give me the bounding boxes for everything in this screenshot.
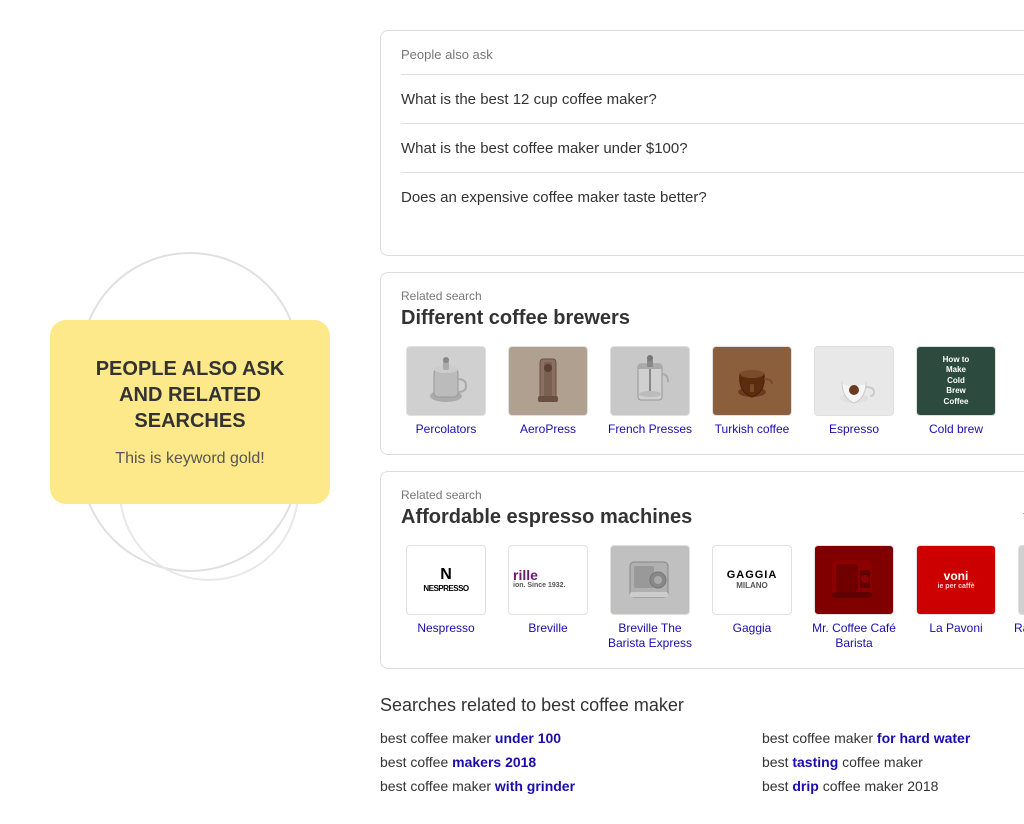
yellow-card: PEOPLE ALSO ASK AND RELATED SEARCHES Thi…	[50, 320, 330, 504]
related-brewers-title: Different coffee brewers	[401, 307, 630, 330]
search-link-5[interactable]: best coffee maker with grinder	[380, 778, 742, 794]
brewer-label-espresso: Espresso	[829, 422, 879, 438]
right-panel: People also ask What is the best 12 cup …	[380, 20, 1024, 804]
paa-box: People also ask What is the best 12 cup …	[380, 30, 1024, 256]
related-espresso-label: Related search	[401, 488, 1024, 502]
search-link-3[interactable]: best coffee makers 2018	[380, 754, 742, 770]
brewer-img-french	[610, 346, 690, 416]
related-brewers-box: Related search Different coffee brewers	[380, 272, 1024, 455]
search-link-2[interactable]: best coffee maker for hard water	[762, 730, 1024, 746]
brewer-label-french: French Presses	[608, 422, 692, 438]
espresso-label-breville-barista: Breville The Barista Express	[605, 621, 695, 652]
card-title: PEOPLE ALSO ASK AND RELATED SEARCHES	[82, 356, 298, 434]
brewer-img-espresso	[814, 346, 894, 416]
search-link-4[interactable]: best tasting coffee maker	[762, 754, 1024, 770]
espresso-img-mrcoffee	[814, 545, 894, 615]
left-panel: PEOPLE ALSO ASK AND RELATED SEARCHES Thi…	[0, 20, 380, 804]
brewer-label-percolators: Percolators	[416, 422, 477, 438]
related-brewers-label: Related search	[401, 289, 1024, 303]
brewer-img-coldbrew: How toMakeColdBrewCoffee	[916, 346, 996, 416]
paa-item-3[interactable]: Does an expensive coffee maker taste bet…	[401, 172, 1024, 221]
paa-question-1: What is the best 12 cup coffee maker?	[401, 91, 657, 108]
searches-grid: best coffee maker under 100 best coffee …	[380, 730, 1024, 794]
search-link-1[interactable]: best coffee maker under 100	[380, 730, 742, 746]
espresso-label-gaggia: Gaggia	[733, 621, 772, 637]
searches-title: Searches related to best coffee maker	[380, 695, 1024, 716]
espresso-item-lapavoni[interactable]: voni ie per caffè La Pavoni	[911, 545, 1001, 652]
espresso-img-nespresso: N NESPRESSO	[406, 545, 486, 615]
brewer-label-aeropress: AeroPress	[520, 422, 576, 438]
brewer-label-coldbrew: Cold brew	[929, 422, 983, 438]
espresso-label-mrcoffee: Mr. Coffee Café Barista	[809, 621, 899, 652]
paa-item-2[interactable]: What is the best coffee maker under $100…	[401, 123, 1024, 172]
searches-related: Searches related to best coffee maker be…	[380, 685, 1024, 794]
paa-question-2: What is the best coffee maker under $100…	[401, 140, 688, 157]
espresso-label-nespresso: Nespresso	[417, 621, 474, 637]
related-brewers-title-row: Different coffee brewers	[401, 307, 1024, 330]
brewer-item-espresso[interactable]: Espresso	[809, 346, 899, 438]
related-espresso-title-row: Affordable espresso machines View 1+ mor…	[401, 506, 1024, 529]
espresso-item-breville-barista[interactable]: Breville The Barista Express	[605, 545, 695, 652]
espresso-label-rancilio: Rancilio Silvia M	[1014, 621, 1024, 637]
espresso-label-breville: Breville	[528, 621, 567, 637]
brewer-img-turkish	[712, 346, 792, 416]
brewer-item-percolators[interactable]: Percolators	[401, 346, 491, 438]
brewer-item-aeropress[interactable]: AeroPress	[503, 346, 593, 438]
related-espresso-title: Affordable espresso machines	[401, 506, 692, 529]
paa-header: People also ask	[401, 47, 1024, 62]
espresso-img-breville-barista	[610, 545, 690, 615]
brewers-items-row: Percolators AeroPress	[401, 346, 1024, 438]
espresso-item-rancilio[interactable]: Rancilio Silvia M	[1013, 545, 1024, 652]
espresso-items-row: N NESPRESSO Nespresso rille ion. Since 1…	[401, 545, 1024, 652]
card-subtitle: This is keyword gold!	[82, 450, 298, 468]
brewer-item-french[interactable]: French Presses	[605, 346, 695, 438]
brewer-item-turkish[interactable]: Turkish coffee	[707, 346, 797, 438]
related-espresso-box: Related search Affordable espresso machi…	[380, 471, 1024, 669]
paa-item-1[interactable]: What is the best 12 cup coffee maker? ⌄	[401, 74, 1024, 123]
espresso-img-breville: rille ion. Since 1932.	[508, 545, 588, 615]
paa-question-3: Does an expensive coffee maker taste bet…	[401, 189, 707, 206]
brewer-item-coldbrew[interactable]: How toMakeColdBrewCoffee Cold brew	[911, 346, 1001, 438]
search-link-6[interactable]: best drip coffee maker 2018	[762, 778, 1024, 794]
brewer-img-aeropress	[508, 346, 588, 416]
espresso-item-mrcoffee[interactable]: Mr. Coffee Café Barista	[809, 545, 899, 652]
espresso-item-breville[interactable]: rille ion. Since 1932. Breville	[503, 545, 593, 652]
brewer-label-turkish: Turkish coffee	[715, 422, 790, 438]
feedback-row: Feedback	[401, 221, 1024, 239]
brewer-img-percolators	[406, 346, 486, 416]
espresso-label-lapavoni: La Pavoni	[929, 621, 982, 637]
espresso-img-lapavoni: voni ie per caffè	[916, 545, 996, 615]
espresso-item-gaggia[interactable]: GAGGIA MILANO Gaggia	[707, 545, 797, 652]
espresso-item-nespresso[interactable]: N NESPRESSO Nespresso	[401, 545, 491, 652]
espresso-img-gaggia: GAGGIA MILANO	[712, 545, 792, 615]
espresso-img-rancilio	[1018, 545, 1024, 615]
